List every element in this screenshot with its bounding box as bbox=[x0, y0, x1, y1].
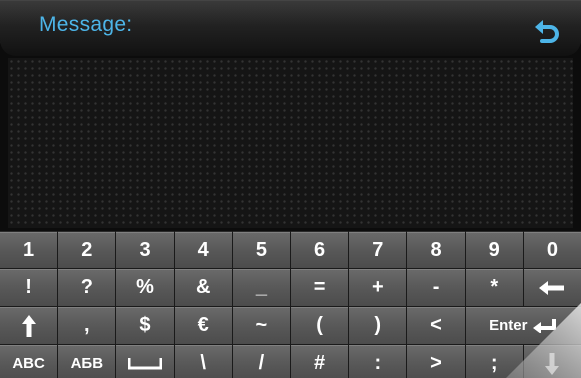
enter-key-label: Enter bbox=[489, 317, 528, 334]
key-close-paren[interactable]: ) bbox=[349, 307, 407, 344]
key-8[interactable]: 8 bbox=[407, 231, 465, 268]
key-slash[interactable]: / bbox=[232, 345, 291, 378]
down-arrow-icon bbox=[545, 352, 560, 375]
key-semicolon[interactable]: ; bbox=[465, 345, 523, 378]
key-7[interactable]: 7 bbox=[349, 231, 407, 268]
key-1[interactable]: 1 bbox=[0, 231, 58, 268]
key-percent[interactable]: % bbox=[116, 269, 174, 306]
keyboard-row-digits: 1 2 3 4 5 6 7 8 9 0 bbox=[0, 231, 581, 268]
key-0[interactable]: 0 bbox=[523, 231, 581, 268]
shift-key[interactable] bbox=[0, 307, 58, 344]
key-greater-than[interactable]: > bbox=[407, 345, 465, 378]
key-backslash[interactable]: \ bbox=[174, 345, 232, 378]
key-plus[interactable]: + bbox=[349, 269, 407, 306]
hide-keyboard-key[interactable] bbox=[523, 345, 581, 378]
key-open-paren[interactable]: ( bbox=[290, 307, 349, 344]
key-3[interactable]: 3 bbox=[116, 231, 174, 268]
return-arrow-icon bbox=[535, 20, 559, 43]
key-euro[interactable]: € bbox=[174, 307, 232, 344]
key-ampersand[interactable]: & bbox=[174, 269, 232, 306]
key-hash[interactable]: # bbox=[291, 345, 349, 378]
key-9[interactable]: 9 bbox=[465, 231, 523, 268]
key-colon[interactable]: : bbox=[349, 345, 407, 378]
keyboard-row-symbols-2: , $ € ~ ( ) < Enter bbox=[0, 307, 581, 344]
keyboard-row-symbols-1: ! ? % & _ = + - * bbox=[0, 269, 581, 306]
space-key[interactable] bbox=[116, 345, 174, 378]
shift-up-arrow-icon bbox=[21, 314, 36, 337]
key-minus[interactable]: - bbox=[407, 269, 465, 306]
key-5[interactable]: 5 bbox=[232, 231, 291, 268]
enter-arrow-icon bbox=[533, 318, 557, 333]
key-asterisk[interactable]: * bbox=[465, 269, 523, 306]
key-equals[interactable]: = bbox=[291, 269, 349, 306]
latin-layout-key[interactable]: ABC bbox=[0, 345, 58, 378]
cyrillic-layout-key[interactable]: АБВ bbox=[58, 345, 116, 378]
on-screen-keyboard: 1 2 3 4 5 6 7 8 9 0 ! ? % & _ = + - * , … bbox=[0, 231, 581, 378]
key-question[interactable]: ? bbox=[58, 269, 116, 306]
key-tilde[interactable]: ~ bbox=[232, 307, 290, 344]
key-underscore[interactable]: _ bbox=[232, 269, 291, 306]
key-2[interactable]: 2 bbox=[58, 231, 116, 268]
key-less-than[interactable]: < bbox=[407, 307, 465, 344]
screen: Message: 1 2 3 4 5 6 7 8 9 0 ! ? % & _ =… bbox=[0, 0, 581, 378]
message-title: Message: bbox=[39, 13, 133, 36]
keyboard-row-symbols-3: ABC АБВ \ / # : > ; bbox=[0, 345, 581, 378]
key-exclamation[interactable]: ! bbox=[0, 269, 58, 306]
key-dollar[interactable]: $ bbox=[116, 307, 174, 344]
backspace-arrow-icon bbox=[539, 280, 565, 295]
header-bar: Message: bbox=[0, 0, 581, 56]
back-button[interactable] bbox=[527, 16, 567, 46]
key-6[interactable]: 6 bbox=[291, 231, 349, 268]
message-input-area[interactable] bbox=[8, 58, 573, 228]
key-comma[interactable]: , bbox=[58, 307, 116, 344]
key-4[interactable]: 4 bbox=[174, 231, 232, 268]
enter-key[interactable]: Enter bbox=[465, 307, 581, 344]
space-bar-icon bbox=[128, 357, 162, 369]
backspace-key[interactable] bbox=[523, 269, 581, 306]
